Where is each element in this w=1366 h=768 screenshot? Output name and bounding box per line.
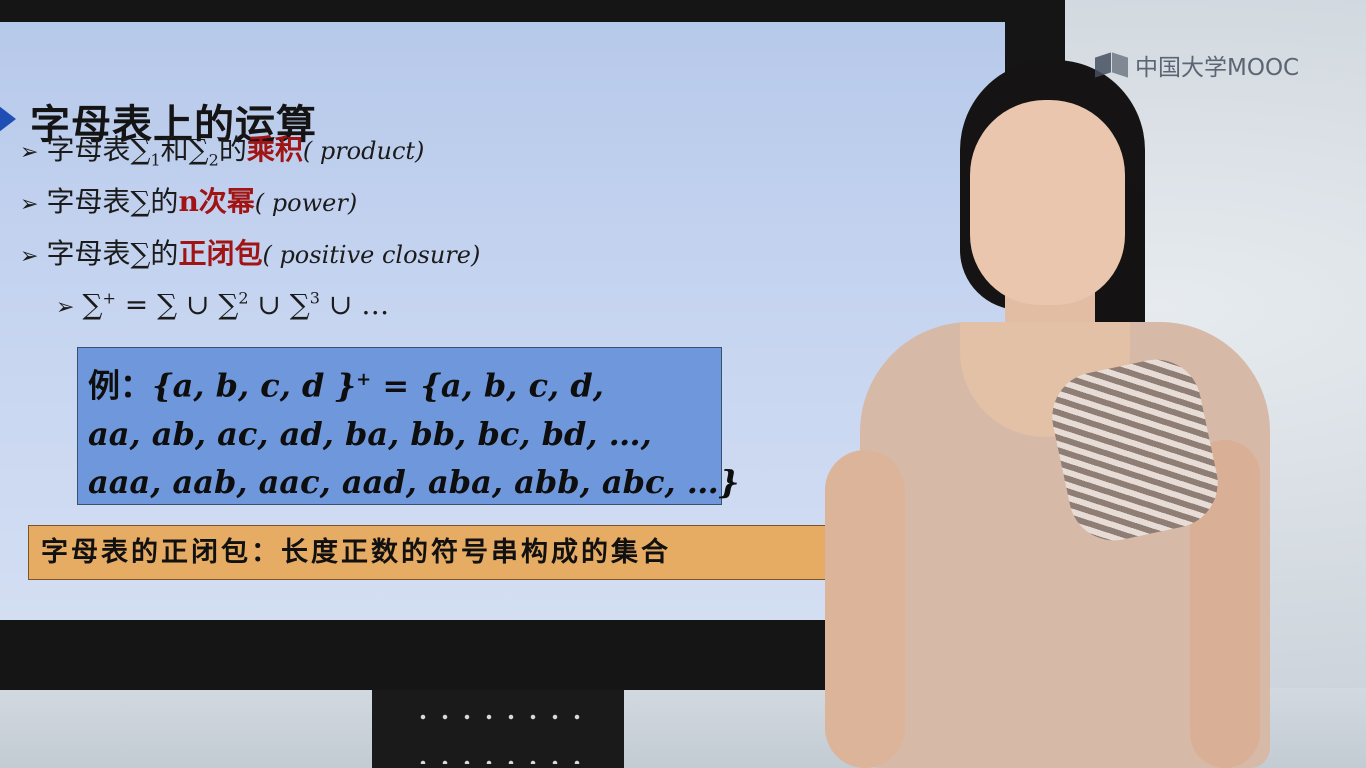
example-line-3: aaa, aab, aac, aad, aba, abb, abc, …} <box>88 462 740 501</box>
term-power: n次幂 <box>178 185 255 218</box>
stand-dots <box>412 694 584 764</box>
summary-box: 字母表的正闭包：长度正数的符号串构成的集合 <box>28 525 848 580</box>
example-box: 例：{a, b, c, d }+ = {a, b, c, d, aa, ab, … <box>77 347 740 505</box>
bullet-arrow-icon: ➢ <box>20 244 39 269</box>
monitor-stand <box>372 690 624 768</box>
watermark-text: 中国大学MOOC <box>1135 55 1300 81</box>
presenter <box>820 60 1280 768</box>
sub-bullet-arrow-icon: ➢ <box>56 295 75 320</box>
example-line-2: aa, ab, ac, ad, ba, bb, bc, bd, …, <box>88 414 652 453</box>
bullet-arrow-icon: ➢ <box>20 192 39 217</box>
bullet-arrow-icon: ➢ <box>20 140 39 165</box>
example-label: 例： <box>88 366 153 405</box>
presenter-face <box>970 100 1125 305</box>
bullet-positive-closure: ➢ 字母表∑的正闭包( positive closure) <box>20 237 481 270</box>
term-positive-closure: 正闭包 <box>178 237 263 270</box>
bullet-product: ➢ 字母表∑1和∑2的乘积( product) <box>20 133 425 170</box>
mooc-book-icon <box>1095 53 1129 77</box>
mooc-watermark: 中国大学MOOC <box>1095 50 1300 81</box>
title-marker-icon <box>0 99 16 139</box>
bullet-power: ➢ 字母表∑的n次幂( power) <box>20 185 358 218</box>
example-line-1: 例：{a, b, c, d }+ = {a, b, c, d, <box>88 366 604 405</box>
presenter-left-arm <box>825 450 905 768</box>
closure-formula: ➢ ∑+ = ∑ ∪ ∑2 ∪ ∑3 ∪ … <box>56 288 390 321</box>
term-product: 乘积 <box>246 133 303 166</box>
